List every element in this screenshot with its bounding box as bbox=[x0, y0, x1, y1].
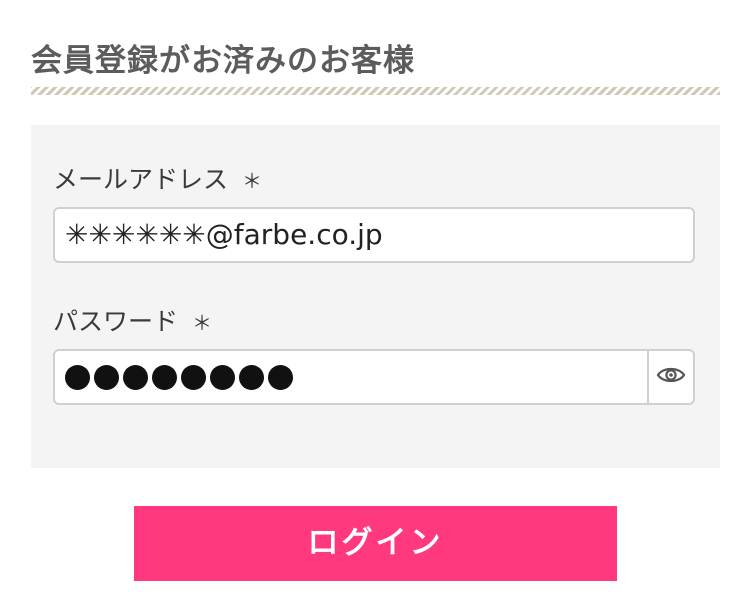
password-mask-dot bbox=[181, 364, 206, 390]
email-label: メールアドレス ＊ bbox=[53, 163, 262, 198]
email-label-text: メールアドレス bbox=[53, 165, 229, 194]
title-divider bbox=[31, 87, 720, 95]
email-required-mark: ＊ bbox=[242, 169, 263, 193]
password-mask-dot bbox=[94, 364, 119, 390]
password-masked-value bbox=[65, 351, 293, 403]
email-field[interactable]: ✳✳✳✳✳✳@farbe.co.jp bbox=[53, 207, 695, 263]
password-label-text: パスワード bbox=[53, 307, 179, 336]
member-login-section: 会員登録がお済みのお客様 メールアドレス ＊ ✳✳✳✳✳✳@farbe.co.jp… bbox=[0, 0, 750, 606]
login-button[interactable]: ログイン bbox=[134, 506, 617, 581]
password-mask-dot bbox=[152, 364, 177, 390]
password-visibility-toggle[interactable] bbox=[647, 351, 693, 403]
section-title: 会員登録がお済みのお客様 bbox=[31, 43, 415, 79]
password-field[interactable] bbox=[53, 349, 695, 405]
password-required-mark: ＊ bbox=[192, 311, 213, 335]
email-field-value: ✳✳✳✳✳✳@farbe.co.jp bbox=[65, 218, 383, 251]
eye-icon bbox=[656, 365, 686, 389]
password-mask-dot bbox=[123, 364, 148, 390]
password-label: パスワード ＊ bbox=[53, 305, 212, 340]
password-mask-dot bbox=[268, 364, 293, 390]
login-form-panel: メールアドレス ＊ ✳✳✳✳✳✳@farbe.co.jp パスワード ＊ bbox=[31, 125, 720, 468]
password-mask-dot bbox=[65, 364, 90, 390]
password-mask-dot bbox=[210, 364, 235, 390]
password-mask-dot bbox=[239, 364, 264, 390]
